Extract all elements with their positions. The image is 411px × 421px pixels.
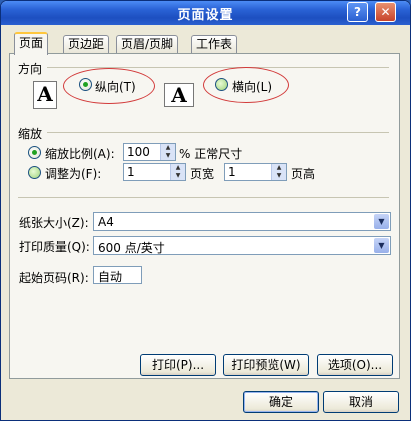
chevron-down-icon[interactable]: ▼ — [374, 214, 389, 229]
portrait-label[interactable]: 纵向(T) — [95, 78, 136, 95]
landscape-radio[interactable] — [215, 78, 228, 91]
portrait-page-icon: A — [33, 81, 57, 109]
scaling-heading: 缩放 — [18, 127, 43, 141]
tab-header-footer[interactable]: 页眉/页脚 — [116, 35, 179, 53]
adjust-to-radio[interactable] — [28, 146, 41, 159]
pages-wide-value: 1 — [127, 165, 135, 179]
paper-size-select[interactable]: A4 ▼ — [93, 212, 391, 231]
tab-sheet[interactable]: 工作表 — [191, 35, 238, 53]
adjust-to-label[interactable]: 缩放比例(A): — [45, 145, 115, 162]
orientation-heading: 方向 — [18, 62, 43, 76]
paper-divider — [18, 197, 389, 198]
first-page-label: 起始页码(R): — [19, 271, 89, 285]
tab-margins[interactable]: 页边距 — [63, 35, 110, 53]
landscape-page-icon: A — [164, 83, 194, 107]
pages-tall-unit: 页高 — [291, 167, 316, 181]
spinner-arrows-icon[interactable]: ▲ ▼ — [170, 164, 185, 180]
first-page-input[interactable]: 自动 — [93, 266, 142, 284]
tab-page[interactable]: 页面 — [14, 32, 49, 55]
chevron-down-icon[interactable]: ▼ — [374, 238, 389, 253]
print-quality-label: 打印质量(Q): — [19, 240, 90, 254]
print-quality-value: 600 点/英寸 — [98, 241, 165, 255]
pages-tall-value: 1 — [228, 165, 236, 179]
spinner-arrows-icon[interactable]: ▲ ▼ — [271, 164, 286, 180]
print-quality-select[interactable]: 600 点/英寸 ▼ — [93, 236, 391, 255]
scale-percent-spinner[interactable]: 100 ▲ ▼ — [123, 143, 176, 161]
close-icon[interactable]: ✕ — [375, 2, 396, 22]
pages-wide-spinner[interactable]: 1 ▲ ▼ — [123, 163, 186, 181]
landscape-text: 横向(L) — [232, 80, 273, 94]
portrait-text: 纵向(T) — [95, 80, 136, 94]
options-button[interactable]: 选项(O)... — [317, 354, 393, 376]
scale-percent-value: 100 — [127, 145, 150, 159]
ok-button[interactable]: 确定 — [243, 391, 319, 413]
pages-tall-spinner[interactable]: 1 ▲ ▼ — [224, 163, 287, 181]
paper-size-label: 纸张大小(Z): — [19, 216, 89, 230]
scaling-divider — [47, 132, 389, 133]
paper-size-value: A4 — [98, 215, 114, 229]
pages-wide-unit: 页宽 — [190, 167, 215, 181]
normal-size-label: % 正常尺寸 — [179, 147, 243, 161]
fit-to-label[interactable]: 调整为(F): — [45, 165, 101, 182]
help-icon[interactable]: ? — [347, 2, 368, 22]
spinner-arrows-icon[interactable]: ▲ ▼ — [160, 144, 175, 160]
landscape-label[interactable]: 横向(L) — [232, 78, 272, 95]
orientation-divider — [47, 67, 389, 68]
print-button[interactable]: 打印(P)... — [140, 354, 216, 376]
title-bar: 页面设置 ? ✕ — [1, 1, 410, 25]
portrait-radio[interactable] — [79, 78, 92, 91]
print-preview-button[interactable]: 打印预览(W) — [223, 354, 309, 376]
fit-to-radio[interactable] — [28, 166, 41, 179]
cancel-button[interactable]: 取消 — [323, 391, 399, 413]
page-setup-dialog: 页面设置 ? ✕ 页面 页边距 页眉/页脚 工作表 方向 A 纵向(T) A 横… — [0, 0, 411, 421]
